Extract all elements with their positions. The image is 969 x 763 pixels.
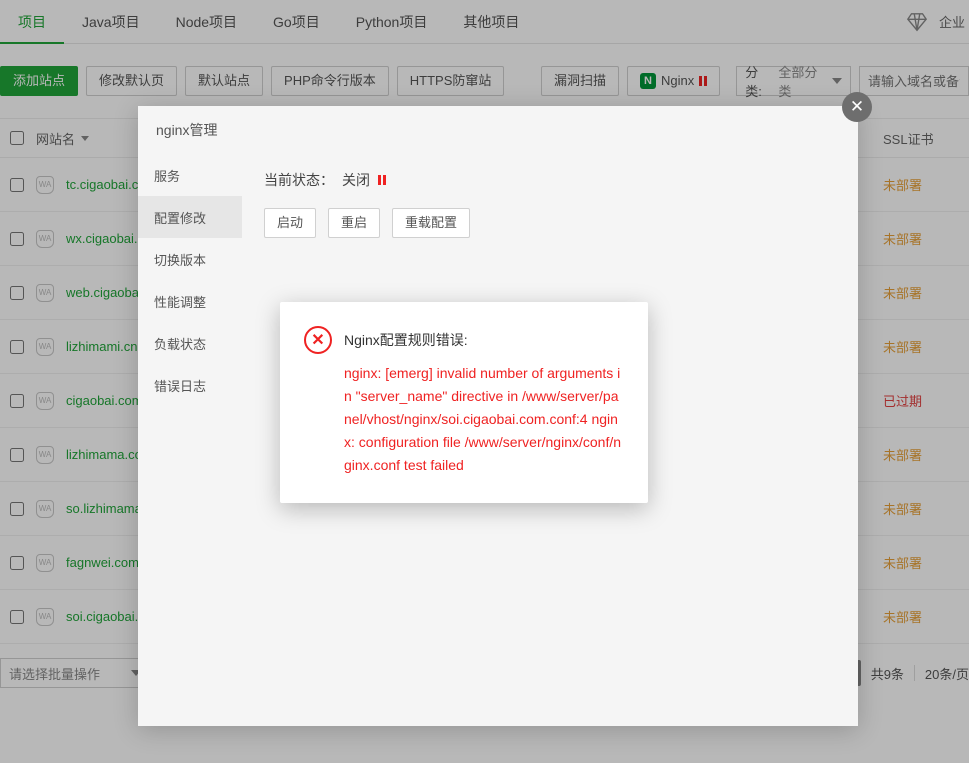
drawer-title: nginx管理 <box>138 106 858 154</box>
menu-load[interactable]: 负载状态 <box>138 322 242 364</box>
status-label: 当前状态： <box>264 170 334 190</box>
alert-message: nginx: [emerg] invalid number of argumen… <box>344 362 624 477</box>
menu-perf[interactable]: 性能调整 <box>138 280 242 322</box>
pause-icon <box>378 175 386 185</box>
restart-button[interactable]: 重启 <box>328 208 380 238</box>
status-value: 关闭 <box>342 170 370 190</box>
alert-title: Nginx配置规则错误: <box>344 330 468 350</box>
menu-service[interactable]: 服务 <box>138 154 242 196</box>
menu-config[interactable]: 配置修改 <box>138 196 242 238</box>
reload-button[interactable]: 重载配置 <box>392 208 470 238</box>
error-icon: ✕ <box>304 326 332 354</box>
menu-version[interactable]: 切换版本 <box>138 238 242 280</box>
drawer-side-menu: 服务 配置修改 切换版本 性能调整 负载状态 错误日志 <box>138 154 242 406</box>
start-button[interactable]: 启动 <box>264 208 316 238</box>
close-icon[interactable]: ✕ <box>842 92 872 122</box>
menu-errlog[interactable]: 错误日志 <box>138 364 242 406</box>
error-alert: ✕ Nginx配置规则错误: nginx: [emerg] invalid nu… <box>280 302 648 503</box>
